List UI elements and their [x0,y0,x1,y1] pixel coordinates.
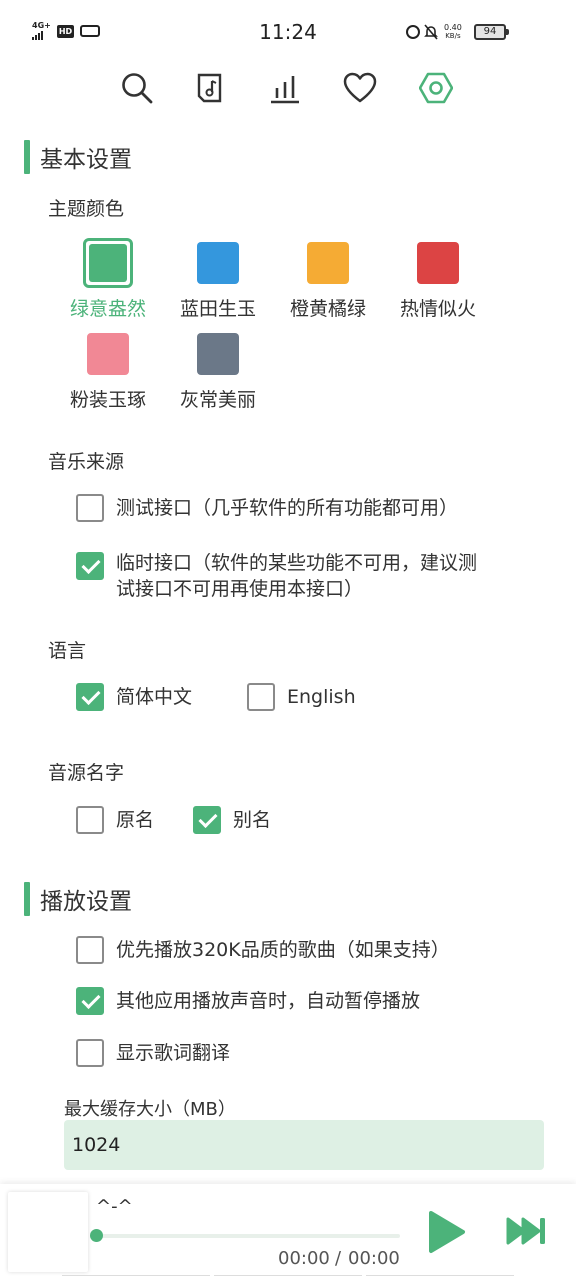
theme-option[interactable]: 蓝田生玉 [168,242,268,322]
language-zh-option[interactable]: 简体中文 [76,683,192,711]
section-title: 基本设置 [40,147,132,173]
alarm-icon [406,25,420,39]
checkbox[interactable] [76,806,104,834]
skip-next-icon [506,1217,545,1245]
theme-option[interactable]: 灰常美丽 [168,333,268,413]
checkbox[interactable] [76,936,104,964]
theme-swatch[interactable] [417,242,459,284]
theme-option[interactable]: 橙黄橘绿 [278,242,378,322]
progress-bar[interactable] [96,1234,400,1238]
theme-label: 绿意盎然 [69,298,146,320]
checkbox[interactable] [76,987,104,1015]
music-source-label: 音乐来源 [48,451,125,473]
music-file-icon[interactable] [191,68,231,108]
section-title: 播放设置 [40,889,132,915]
theme-swatch[interactable] [197,242,239,284]
source-name-label: 音源名字 [48,762,125,784]
checkbox[interactable] [193,806,221,834]
theme-swatch[interactable] [307,242,349,284]
play-button[interactable] [426,1210,470,1254]
theme-option[interactable]: 绿意盎然 [58,238,158,322]
max-cache-input[interactable] [64,1120,544,1170]
bell-off-icon [424,24,438,40]
theme-swatch[interactable] [87,333,129,375]
theme-swatch[interactable] [197,333,239,375]
language-en-option[interactable]: English [247,683,356,711]
language-label: 语言 [48,640,87,662]
time-current: 00:00 [278,1248,330,1269]
option-label: 测试接口（几乎软件的所有功能都可用） [116,497,459,519]
album-art[interactable] [8,1192,88,1272]
source-name-original-option[interactable]: 原名 [76,806,154,834]
option-label-line2: 试接口不可用再使用本接口） [116,578,364,600]
theme-label: 热情似火 [399,298,476,320]
theme-label: 灰常美丽 [179,389,256,411]
chart-bars-icon[interactable] [265,68,305,108]
checkbox[interactable] [247,683,275,711]
theme-swatch[interactable] [83,238,133,288]
section-playback-settings: 播放设置 [24,882,132,916]
theme-label: 蓝田生玉 [179,298,256,320]
option-label-line1: 临时接口（软件的某些功能不可用，建议测 [116,552,478,574]
theme-label: 粉装玉琢 [69,389,146,411]
time-separator: / [335,1248,342,1269]
heart-icon[interactable] [340,68,380,108]
source-name-alias-option[interactable]: 别名 [193,806,271,834]
checkbox[interactable] [76,552,104,580]
theme-label: 橙黄橘绿 [289,298,366,320]
top-nav [0,64,576,114]
option-label: 简体中文 [116,686,193,708]
option-label: English [287,686,356,708]
option-label: 临时接口（软件的某些功能不可用，建议测 试接口不可用再使用本接口） [116,550,477,602]
network-speed: 0.40 KB/s [444,23,462,41]
theme-option[interactable]: 热情似火 [388,242,488,322]
section-basic-settings: 基本设置 [24,140,132,174]
search-icon[interactable] [117,68,157,108]
source-test-option[interactable]: 测试接口（几乎软件的所有功能都可用） [76,494,458,522]
option-label: 优先播放320K品质的歌曲（如果支持） [116,939,450,961]
checkbox[interactable] [76,494,104,522]
play-icon [429,1211,465,1253]
settings-icon[interactable] [416,68,456,108]
next-button[interactable] [506,1216,550,1248]
section-accent-bar [24,882,30,916]
battery-icon: 94 [474,24,509,40]
section-accent-bar [24,140,30,174]
lyric-translation-option[interactable]: 显示歌词翻译 [76,1039,230,1067]
player-bar: ^-^ 00:00 / 00:00 [0,1184,576,1280]
time-total: 00:00 [348,1248,400,1269]
option-label: 别名 [233,809,272,831]
theme-color-label: 主题颜色 [48,198,125,220]
option-label: 原名 [116,809,155,831]
track-title: ^-^ [96,1196,133,1217]
bottom-divider [62,1275,514,1279]
prefer-320k-option[interactable]: 优先播放320K品质的歌曲（如果支持） [76,936,450,964]
option-label: 其他应用播放声音时，自动暂停播放 [116,990,421,1012]
checkbox[interactable] [76,1039,104,1067]
option-label: 显示歌词翻译 [116,1042,231,1064]
theme-option[interactable]: 粉装玉琢 [58,333,158,413]
max-cache-label: 最大缓存大小（MB） [64,1099,236,1120]
checkbox[interactable] [76,683,104,711]
source-temp-option[interactable]: 临时接口（软件的某些功能不可用，建议测 试接口不可用再使用本接口） [76,550,536,602]
progress-knob[interactable] [90,1229,103,1242]
auto-pause-option[interactable]: 其他应用播放声音时，自动暂停播放 [76,987,420,1015]
status-bar: 4G+ HD 11:24 0.40 KB/s 94 [0,0,576,64]
